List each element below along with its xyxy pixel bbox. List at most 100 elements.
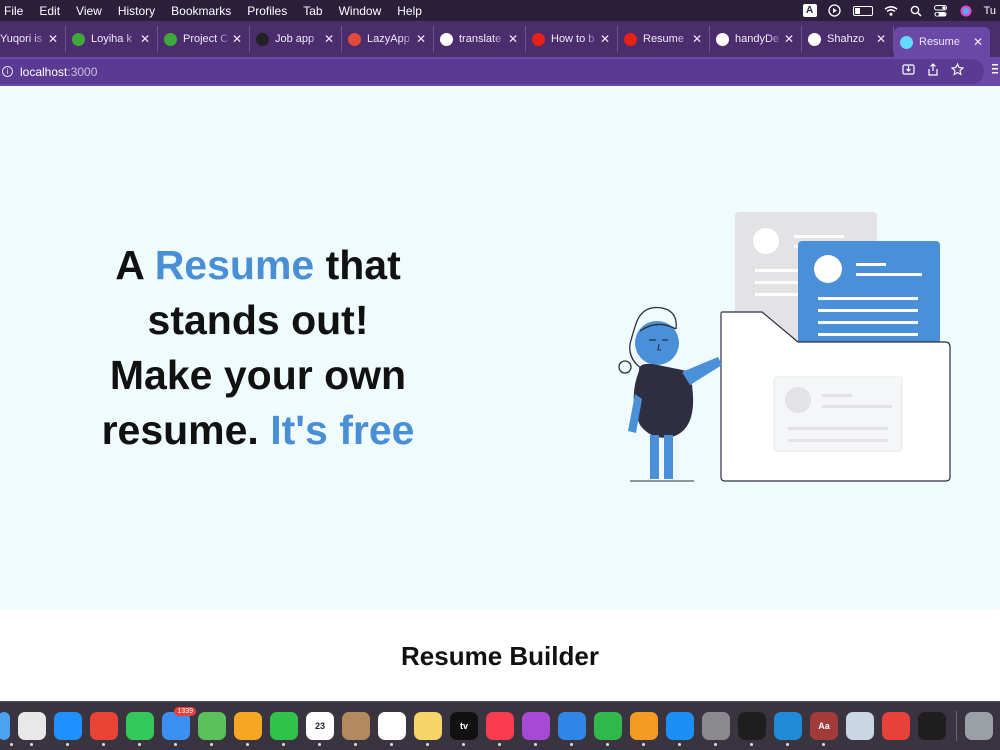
browser-tab-active[interactable]: Resume ✕ (894, 27, 990, 57)
tab-close-icon[interactable]: ✕ (691, 32, 703, 46)
tab-close-icon[interactable]: ✕ (783, 32, 795, 46)
running-indicator (30, 743, 33, 746)
browser-tab[interactable]: Yuqori is ✕ (0, 26, 66, 52)
wifi-icon[interactable] (884, 4, 898, 17)
browser-tab[interactable]: Job app ✕ (250, 26, 342, 52)
google-icon (440, 32, 453, 46)
menu-tab[interactable]: Tab (295, 4, 330, 18)
user-menu[interactable]: Tu (984, 5, 996, 17)
tab-close-icon[interactable]: ✕ (599, 32, 611, 46)
running-indicator (570, 743, 573, 746)
control-center-icon[interactable] (934, 4, 948, 17)
input-source-icon[interactable]: A (802, 4, 817, 17)
menu-profiles[interactable]: Profiles (239, 4, 295, 18)
finder-icon[interactable] (0, 712, 13, 746)
menu-help[interactable]: Help (389, 4, 430, 18)
mail-icon[interactable]: 1339 (162, 707, 196, 746)
address-bar[interactable]: i localhost:3000 (0, 59, 984, 84)
reminders-icon[interactable] (378, 712, 406, 746)
calendar-icon[interactable]: 23 (306, 712, 334, 746)
figma-icon[interactable] (918, 712, 946, 740)
tab-close-icon[interactable]: ✕ (323, 32, 335, 46)
dock-icon-label: tv (459, 721, 468, 731)
chrome-icon[interactable] (90, 712, 118, 746)
running-indicator (822, 743, 825, 746)
tab-close-icon[interactable]: ✕ (139, 32, 151, 46)
tab-close-icon[interactable]: ✕ (972, 35, 984, 49)
upwork-icon (72, 32, 85, 46)
menu-bookmarks[interactable]: Bookmarks (163, 4, 239, 18)
running-indicator (210, 743, 213, 746)
notes-icon[interactable] (414, 712, 442, 746)
messages-icon[interactable] (126, 712, 154, 746)
pages-icon[interactable] (630, 712, 658, 746)
appletv-icon[interactable]: tv (450, 712, 478, 746)
preview-icon[interactable] (846, 712, 874, 740)
terminal-icon[interactable] (738, 712, 766, 746)
tab-close-icon[interactable]: ✕ (47, 32, 59, 46)
vscode-icon[interactable] (774, 712, 802, 746)
trash-icon[interactable] (965, 712, 993, 740)
spotlight-search-icon[interactable] (909, 4, 923, 17)
site-info-icon[interactable]: i (2, 66, 13, 77)
share-icon[interactable] (927, 63, 939, 79)
dictionary-icon[interactable]: Aa (810, 712, 838, 746)
play-icon[interactable] (828, 4, 842, 17)
keynote-icon[interactable] (558, 712, 586, 746)
bookmark-star-icon[interactable] (950, 62, 965, 79)
anydesk-icon[interactable] (882, 712, 910, 740)
battery-icon[interactable] (852, 5, 873, 16)
browser-tab[interactable]: How to b ✕ (526, 26, 618, 52)
headline-line-1: A Resume that (115, 242, 401, 288)
tab-close-icon[interactable]: ✕ (507, 32, 519, 46)
tab-title: Loyiha k (91, 33, 132, 45)
safari-icon[interactable] (54, 712, 82, 746)
github-icon (808, 32, 821, 46)
menu-view[interactable]: View (68, 4, 110, 18)
browser-tab[interactable]: LazyApp ✕ (342, 26, 434, 52)
browser-tab[interactable]: Resume ✕ (618, 26, 710, 52)
browser-tab[interactable]: Loyiha k ✕ (66, 26, 158, 52)
running-indicator (678, 743, 681, 746)
headline-text: that (314, 242, 401, 288)
tab-close-icon[interactable]: ✕ (875, 32, 887, 46)
system-settings-icon[interactable] (702, 712, 730, 746)
siri-icon[interactable] (959, 4, 973, 17)
tab-title: handyDe (735, 33, 780, 45)
youtube-icon (624, 32, 637, 46)
headline-text: resume. (101, 407, 271, 453)
podcasts-icon[interactable] (522, 712, 550, 746)
facetime-icon[interactable] (270, 712, 298, 746)
photos-icon[interactable] (234, 712, 262, 746)
menu-file[interactable]: File (0, 4, 31, 18)
contacts-icon[interactable] (342, 712, 370, 746)
tab-title: Resume (919, 36, 960, 48)
menu-edit[interactable]: Edit (31, 4, 68, 18)
browser-tab[interactable]: Project C ✕ (158, 26, 250, 52)
running-indicator (426, 743, 429, 746)
dock-separator (956, 711, 957, 741)
maps-icon[interactable] (198, 712, 226, 746)
menu-window[interactable]: Window (331, 4, 390, 18)
browser-tab[interactable]: translate ✕ (434, 26, 526, 52)
tab-title: Resume (643, 33, 684, 45)
url-text[interactable]: localhost:3000 (20, 65, 97, 79)
browser-menu-icon[interactable] (992, 63, 998, 78)
calendar-icon (348, 32, 361, 46)
browser-tab[interactable]: handyDe ✕ (710, 26, 802, 52)
running-indicator (102, 743, 105, 746)
resume-illustration (618, 212, 951, 482)
music-icon[interactable] (486, 712, 514, 746)
tab-title: LazyApp (367, 33, 410, 45)
browser-tab[interactable]: Shahzo ✕ (802, 26, 894, 52)
menu-history[interactable]: History (110, 4, 163, 18)
tab-close-icon[interactable]: ✕ (415, 32, 427, 46)
install-app-icon[interactable] (902, 63, 915, 79)
numbers-icon[interactable] (594, 712, 622, 746)
launchpad-icon[interactable] (18, 712, 46, 746)
appstore-icon[interactable] (666, 712, 694, 746)
headline-line-2: stands out! (147, 297, 369, 343)
running-indicator (318, 743, 321, 746)
running-indicator (642, 743, 645, 746)
tab-close-icon[interactable]: ✕ (231, 32, 243, 46)
